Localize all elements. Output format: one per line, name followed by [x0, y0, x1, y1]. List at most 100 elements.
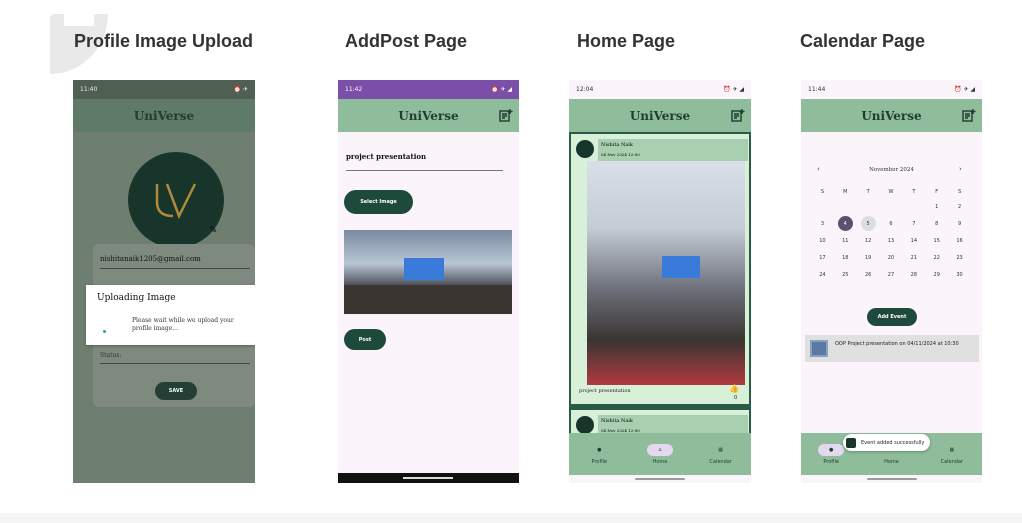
day-cell[interactable]: 23 — [948, 249, 971, 266]
nav-label: Profile — [591, 458, 608, 465]
nav-label: Home — [884, 458, 899, 465]
clock: 11:44 — [808, 86, 826, 93]
day-cell[interactable]: 4 — [837, 216, 853, 231]
nav-calendar[interactable]: ▦ Calendar — [701, 444, 741, 465]
day-cell[interactable]: 18 — [834, 249, 857, 266]
add-post-icon[interactable] — [499, 108, 513, 122]
day-cell[interactable]: 20 — [880, 249, 903, 266]
status-icons: ⏰ ✈ ◢ — [723, 86, 744, 93]
avatar — [576, 140, 594, 158]
day-cell[interactable]: 14 — [902, 232, 925, 249]
status-field[interactable]: Status: — [100, 352, 121, 359]
person-icon: ● — [597, 446, 602, 453]
post-caption-input[interactable]: project presentation — [346, 152, 426, 161]
nav-label: Calendar — [709, 458, 732, 465]
post-author: Nishita Naik — [601, 418, 633, 424]
status-bar: 11:42 ⏰ ✈ ◢ — [338, 80, 519, 99]
projector-screen — [404, 258, 444, 280]
projector-screen — [662, 256, 700, 278]
phone-calendar: 11:44 ⏰ ✈ ◢ UniVerse ‹ November 2024 › SM… — [801, 80, 982, 483]
room-floor — [344, 285, 512, 314]
day-cell[interactable]: 5 — [860, 216, 876, 231]
toast: Event added successfully — [843, 434, 931, 451]
avatar — [576, 416, 594, 434]
day-cell[interactable]: 6 — [880, 215, 903, 232]
nav-label: Home — [652, 458, 668, 465]
day-cell[interactable]: 30 — [948, 266, 971, 283]
status-icons: ⏰ ✈ — [233, 86, 248, 93]
edit-pencil-icon[interactable]: ✎ — [209, 225, 217, 236]
select-image-button[interactable]: Select Image — [344, 190, 413, 214]
status-bar: 11:44 ⏰ ✈ ◢ — [801, 80, 982, 99]
empty-day-cell — [902, 198, 925, 215]
person-icon: ● — [818, 443, 845, 456]
day-cell[interactable]: 9 — [948, 215, 971, 232]
day-cell[interactable]: 19 — [857, 249, 880, 266]
post-button[interactable]: Post — [344, 329, 386, 350]
add-post-icon[interactable] — [731, 108, 745, 122]
month-grid: 1 2 3 4 5 6 7 8 9 10 11 12 13 14 15 16 17 18 19 20 21 22 23 24 2… — [811, 198, 971, 283]
empty-day-cell — [880, 198, 903, 215]
day-cell[interactable]: 24 — [811, 266, 834, 283]
day-cell[interactable]: 27 — [880, 266, 903, 283]
clock: 11:40 — [80, 86, 98, 93]
event-text: OOP Project presentation on 04/11/2024 a… — [835, 341, 959, 347]
next-month-icon[interactable]: › — [959, 165, 962, 173]
add-event-button[interactable]: Add Event — [867, 308, 917, 326]
day-cell[interactable]: 2 — [948, 198, 971, 215]
day-cell[interactable]: 15 — [925, 232, 948, 249]
day-cell[interactable]: 10 — [811, 232, 834, 249]
empty-day-cell — [834, 198, 857, 215]
section-title-calendar: Calendar Page — [800, 31, 926, 51]
post-caption: project presentation — [579, 388, 631, 394]
app-title: UniVerse — [398, 108, 459, 123]
gesture-handle — [635, 478, 685, 480]
post-header: Nishita Naik 04 Nov 2024 12:00 — [598, 139, 748, 161]
post-image — [587, 161, 745, 385]
day-cell[interactable]: 26 — [857, 266, 880, 283]
day-cell[interactable]: 13 — [880, 232, 903, 249]
post-author: Nishita Naik — [601, 142, 633, 148]
selected-image-preview — [344, 230, 512, 314]
nav-profile[interactable]: ● Profile — [579, 444, 619, 465]
app-bar: UniVerse — [73, 99, 255, 132]
day-cell[interactable]: 12 — [857, 232, 880, 249]
app-title: UniVerse — [133, 108, 195, 123]
system-nav-bar — [569, 475, 751, 483]
clock: 11:42 — [345, 86, 363, 93]
email-field[interactable]: nishitanaik1205@gmail.com — [100, 255, 201, 263]
nav-calendar[interactable]: ▦ Calendar — [932, 444, 972, 465]
day-cell[interactable]: 7 — [902, 215, 925, 232]
day-cell[interactable]: 28 — [902, 266, 925, 283]
universe-logo-icon — [155, 183, 197, 220]
section-title-profile: Profile Image Upload — [74, 31, 254, 51]
status-bar: 11:40 ⏰ ✈ — [73, 80, 255, 99]
add-post-icon[interactable] — [962, 108, 976, 122]
day-cell[interactable]: 22 — [925, 249, 948, 266]
day-cell[interactable]: 21 — [902, 249, 925, 266]
app-logo-icon — [846, 437, 856, 448]
phone-profile: 11:40 ⏰ ✈ UniVerse ✎ nishitanaik1205@gmai… — [73, 80, 255, 483]
event-item[interactable]: OOP Project presentation on 04/11/2024 a… — [805, 335, 979, 362]
day-cell[interactable]: 16 — [948, 232, 971, 249]
day-cell[interactable]: 29 — [925, 266, 948, 283]
save-button[interactable]: SAVE — [155, 382, 197, 400]
day-cell[interactable]: 8 — [925, 215, 948, 232]
bottom-nav: ● Profile ⌂ Home ▦ Calendar — [569, 433, 751, 475]
app-title: UniVerse — [629, 108, 691, 123]
caption-underline — [346, 170, 503, 171]
nav-home[interactable]: ⌂ Home — [640, 443, 680, 465]
day-cell[interactable]: 1 — [925, 198, 948, 215]
day-cell[interactable]: 17 — [811, 249, 834, 266]
app-bar: UniVerse — [569, 99, 751, 132]
dialog-message: Please wait while we upload your profile… — [132, 317, 234, 332]
system-nav-bar — [801, 475, 982, 483]
day-cell[interactable]: 11 — [834, 232, 857, 249]
day-cell[interactable]: 3 — [811, 215, 834, 232]
system-nav-bar — [338, 473, 519, 483]
month-label: November 2024 — [869, 167, 914, 173]
like-icon[interactable]: 👍 — [729, 384, 739, 393]
footer-band — [0, 513, 1022, 523]
nav-label: Profile — [823, 458, 839, 465]
day-cell[interactable]: 25 — [834, 266, 857, 283]
